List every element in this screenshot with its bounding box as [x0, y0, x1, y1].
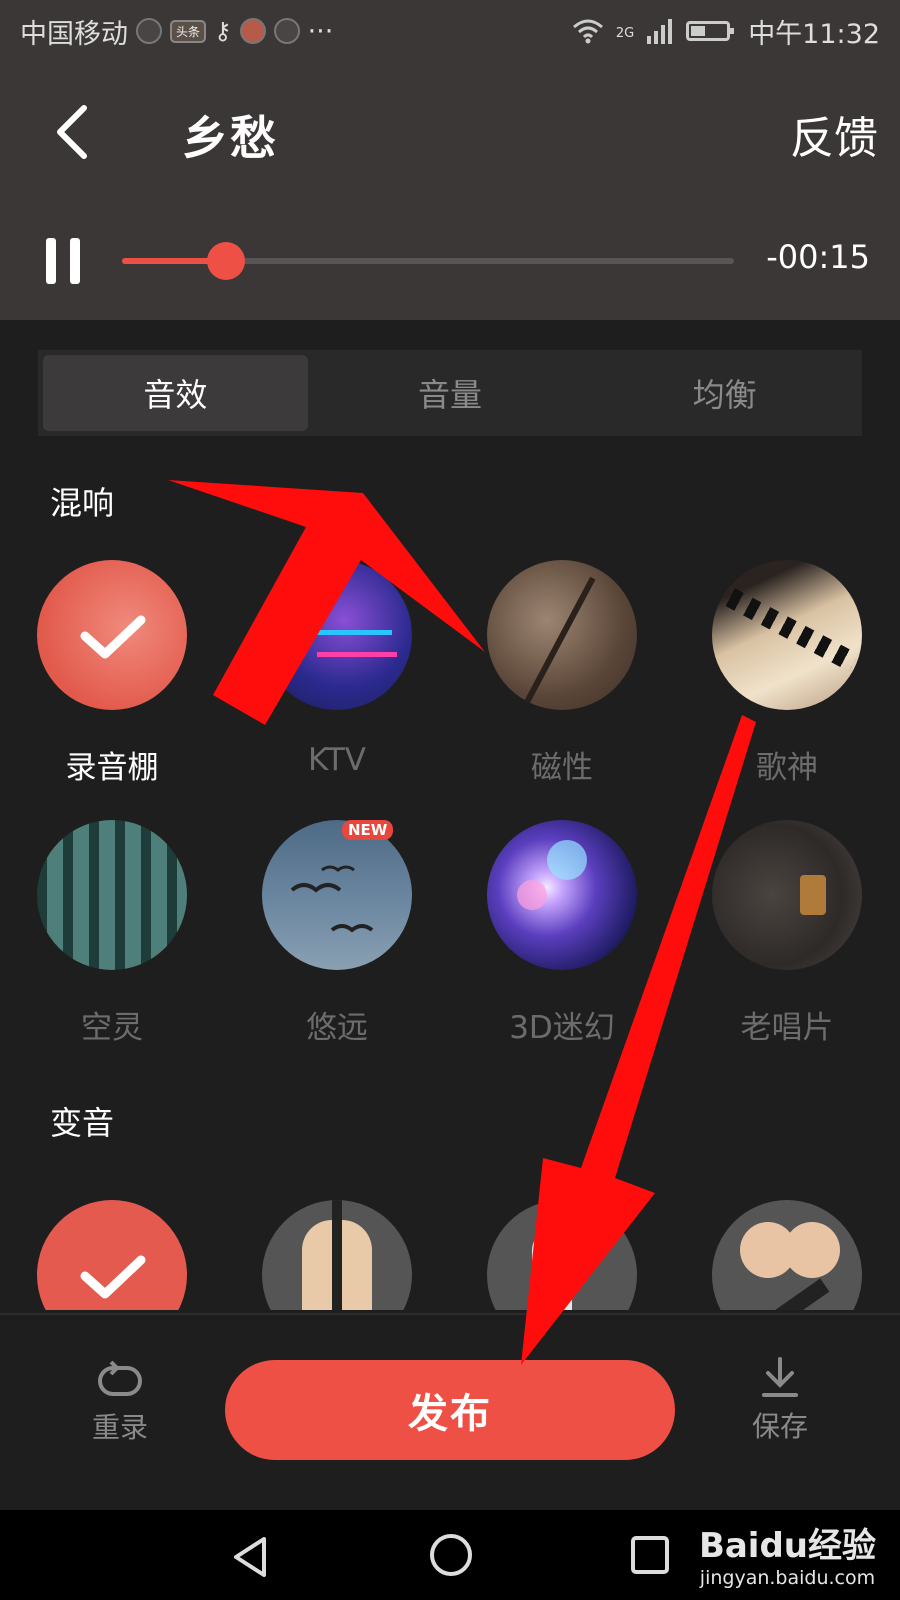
psychedelic-thumbnail	[487, 820, 637, 970]
reverb-item-label: KTV	[307, 742, 367, 778]
tab-equalizer[interactable]: 均衡	[592, 355, 857, 431]
playback-bar: -00:15	[0, 192, 900, 320]
tab-volume[interactable]: 音量	[318, 355, 583, 431]
new-badge: NEW	[342, 820, 394, 840]
distant-thumbnail	[262, 820, 412, 970]
tab-sound-effect[interactable]: 音效	[43, 355, 308, 431]
reverb-item-label: 磁性	[531, 750, 593, 786]
reverb-item-label: 3D迷幻	[509, 1010, 615, 1046]
du-notification-icon	[273, 18, 300, 44]
clock: 中午11:32	[748, 18, 880, 50]
wifi-icon	[572, 19, 603, 44]
reverb-item-old-record[interactable]: 老唱片	[677, 820, 897, 1047]
rerecord-label: 重录	[91, 1411, 148, 1444]
effect-tabs: 音效 音量 均衡	[38, 350, 862, 436]
watermark-brand: Baidu经验	[698, 1526, 876, 1566]
nav-recents-icon[interactable]	[630, 1535, 670, 1575]
reverb-item-label: 录音棚	[65, 750, 159, 786]
hand-thumbnail	[487, 1200, 637, 1310]
baidu-watermark: Baidu经验 jingyan.baidu.com	[699, 1518, 876, 1589]
reverb-item-ethereal[interactable]: 空灵	[2, 820, 222, 1047]
battery-icon	[686, 21, 735, 41]
mic-head	[784, 1222, 840, 1278]
hand-shape	[532, 1230, 572, 1310]
reverb-item-label: 老唱片	[740, 1010, 834, 1046]
save-label: 保存	[751, 1410, 808, 1443]
reverb-item-distant[interactable]: NEW 悠远	[227, 820, 447, 1047]
more-notifications-icon: ···	[307, 15, 334, 47]
gramophone-thumbnail	[37, 1200, 187, 1310]
download-icon	[762, 1357, 798, 1397]
header: 乡愁 反馈	[0, 62, 900, 192]
voice-item-original[interactable]	[2, 1200, 222, 1310]
piano-keys	[725, 588, 859, 672]
reverb-item-label: 空灵	[81, 1010, 143, 1046]
watermark-url: jingyan.baidu.com	[699, 1567, 876, 1589]
piano-thumbnail	[712, 560, 862, 710]
reverb-item-3d-psychedelic[interactable]: 3D迷幻	[452, 820, 672, 1047]
navigation-bar: Baidu经验 jingyan.baidu.com	[0, 1510, 900, 1600]
reverb-item-magnetic[interactable]: 磁性	[452, 560, 672, 787]
toutiao-notification-icon: 头条	[170, 19, 207, 43]
bokeh-light	[547, 840, 587, 880]
key-icon: ⚷	[214, 17, 232, 45]
check-icon	[80, 1255, 146, 1299]
rerecord-icon	[98, 1360, 142, 1396]
voice-item-guitar[interactable]	[227, 1200, 447, 1310]
status-bar: 中国移动 头条 ⚷ ··· 2G 中午11:32	[0, 0, 900, 62]
app-notification-icon	[239, 18, 266, 44]
bokeh-light	[517, 880, 547, 910]
reverb-item-label: 歌神	[756, 750, 818, 786]
voice-change-section-title: 变音	[50, 1104, 115, 1142]
pause-icon[interactable]	[46, 238, 82, 284]
guitar-thumbnail	[262, 1200, 412, 1310]
neon-stripe	[302, 630, 392, 635]
bottom-action-bar: 重录 发布 保存	[0, 1313, 900, 1512]
mic-thumbnail	[712, 1200, 862, 1310]
violin-bow	[524, 576, 596, 704]
reverb-item-singer[interactable]: 歌神	[677, 560, 897, 787]
reverb-item-label: 悠远	[306, 1010, 368, 1046]
record-thumbnail	[712, 820, 862, 970]
studio-thumbnail	[37, 560, 187, 710]
progress-slider[interactable]	[122, 242, 734, 280]
reverb-section-title: 混响	[50, 484, 115, 522]
nav-home-icon[interactable]	[428, 1532, 474, 1578]
reverb-item-studio[interactable]: 录音棚	[2, 560, 222, 787]
nav-back-icon[interactable]	[230, 1535, 270, 1579]
progress-thumb[interactable]	[207, 242, 246, 280]
network-type: 2G	[615, 25, 635, 41]
magnetic-thumbnail	[487, 560, 637, 710]
app-notification-icon	[136, 18, 162, 44]
reverb-item-ktv[interactable]: KTV	[227, 560, 447, 778]
voice-item-duet[interactable]	[677, 1200, 897, 1310]
signal-icon	[647, 19, 673, 44]
forest-thumbnail	[37, 820, 187, 970]
neon-stripe	[317, 652, 397, 657]
carrier-name: 中国移动	[20, 18, 128, 50]
publish-button[interactable]: 发布	[225, 1360, 675, 1460]
feedback-button[interactable]: 反馈	[790, 102, 878, 166]
tonearm	[800, 875, 826, 915]
back-icon[interactable]	[44, 102, 104, 162]
page-title: 乡愁	[182, 111, 278, 165]
voice-item-gesture[interactable]	[452, 1200, 672, 1310]
ktv-thumbnail	[262, 560, 412, 710]
mic-handle	[754, 1278, 830, 1310]
voice-change-grid	[0, 1170, 900, 1310]
guitar-neck	[332, 1200, 342, 1310]
save-button[interactable]: 保存	[720, 1355, 840, 1445]
rerecord-button[interactable]: 重录	[60, 1360, 180, 1446]
check-icon	[80, 615, 146, 659]
birds-icon	[290, 865, 374, 933]
time-remaining: -00:15	[766, 238, 870, 276]
